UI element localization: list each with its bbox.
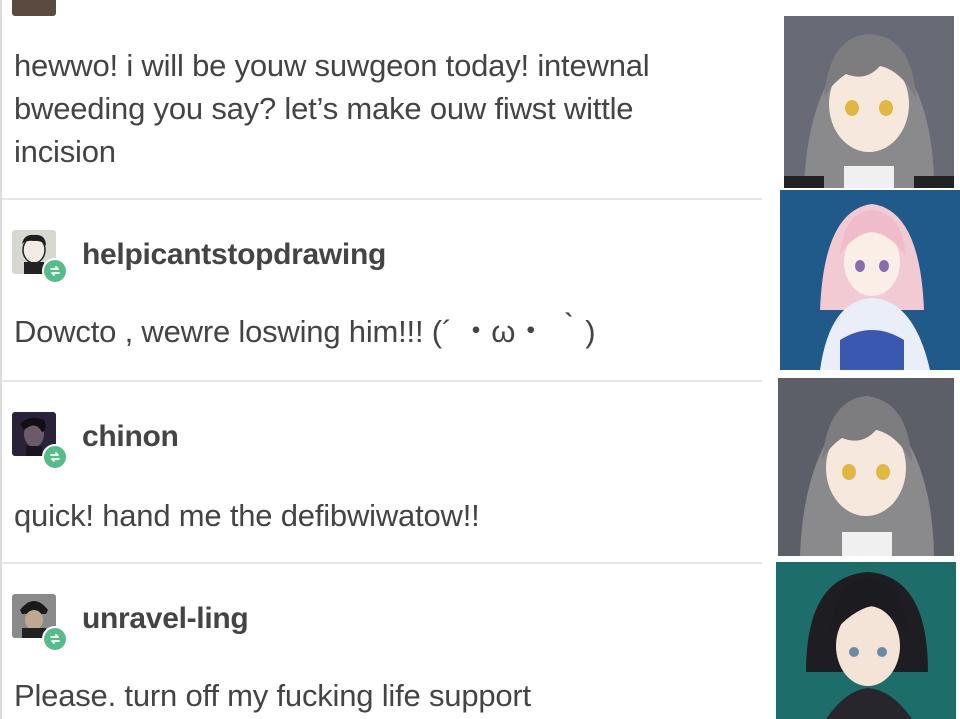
post-body-3: quick! hand me the defibwiwatow!! (14, 494, 480, 537)
username[interactable]: chinon (82, 420, 179, 454)
post-body-line: incision (14, 134, 116, 169)
post-body-line: Dowcto , wewre loswing him!!! (´ ・ω・ ｀) (14, 314, 596, 349)
page: hewwo! i will be youw suwgeon today! int… (0, 0, 960, 719)
post-body-line: hewwo! i will be youw suwgeon today! int… (14, 48, 650, 83)
post-body-2: Dowcto , wewre loswing him!!! (´ ・ω・ ｀) (14, 310, 596, 353)
reblog-icon (42, 258, 68, 284)
character-portrait (784, 16, 954, 188)
post-divider (2, 562, 762, 564)
post-body-line: Please. turn off my fucking life support (14, 678, 531, 713)
character-portrait (778, 378, 954, 556)
avatar[interactable] (12, 0, 56, 16)
post-body-line: bweeding you say? let’s make ouw fiwst w… (14, 91, 634, 126)
post-body-1: hewwo! i will be youw suwgeon today! int… (14, 44, 650, 173)
character-portrait (776, 562, 956, 719)
character-portrait (780, 190, 960, 370)
reblog-thread: hewwo! i will be youw suwgeon today! int… (0, 0, 762, 719)
post-body-line: quick! hand me the defibwiwatow!! (14, 498, 480, 533)
username[interactable]: helpicantstopdrawing (82, 238, 386, 272)
reblog-icon (42, 444, 68, 470)
post-body-4: Please. turn off my fucking life support (14, 674, 531, 717)
post-divider (2, 198, 762, 200)
post-divider (2, 380, 762, 382)
username[interactable]: unravel-ling (82, 602, 249, 636)
reblog-icon (42, 626, 68, 652)
